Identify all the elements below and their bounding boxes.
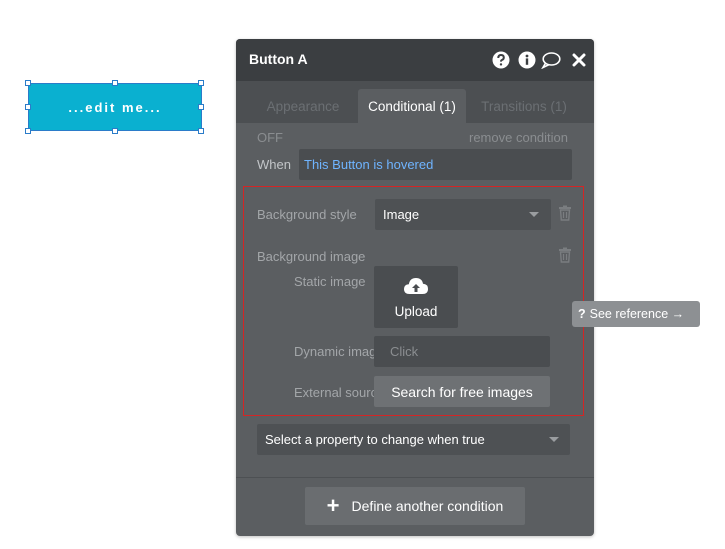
comment-icon[interactable] xyxy=(541,50,561,70)
canvas-button-element[interactable]: ...edit me... xyxy=(28,83,202,131)
info-icon[interactable] xyxy=(517,50,537,70)
see-reference-link[interactable]: ? See reference → xyxy=(572,301,700,327)
background-style-label: Background style xyxy=(257,207,357,222)
tab-appearance[interactable]: Appearance xyxy=(249,89,357,123)
define-another-condition-button[interactable]: + Define another condition xyxy=(305,487,525,525)
resize-handle[interactable] xyxy=(25,80,31,86)
upload-label: Upload xyxy=(394,304,438,319)
help-icon[interactable] xyxy=(491,50,511,70)
resize-handle[interactable] xyxy=(25,128,31,134)
search-free-images-button[interactable]: Search for free images xyxy=(374,376,550,407)
close-icon[interactable] xyxy=(569,50,589,70)
tab-conditional[interactable]: Conditional (1) xyxy=(358,89,466,123)
condition-expression-field[interactable]: This Button is hovered xyxy=(299,149,572,180)
tab-transitions[interactable]: Transitions (1) xyxy=(469,89,579,123)
remove-condition-link[interactable]: remove condition xyxy=(469,130,568,145)
select-property-dropdown[interactable]: Select a property to change when true xyxy=(257,424,570,455)
tab-bar: Appearance Conditional (1) Transitions (… xyxy=(236,81,594,123)
define-condition-label: Define another condition xyxy=(351,498,504,514)
dynamic-image-field[interactable]: Click xyxy=(374,336,550,367)
divider xyxy=(236,477,594,478)
condition-off-label[interactable]: OFF xyxy=(257,130,283,145)
background-style-dropdown[interactable]: Image xyxy=(375,199,551,230)
when-label: When xyxy=(257,157,291,172)
static-image-label: Static image xyxy=(294,274,366,289)
condition-expression-text: This Button is hovered xyxy=(304,157,434,172)
question-icon: ? xyxy=(578,307,586,321)
see-reference-label: See reference → xyxy=(589,307,685,321)
trash-icon[interactable] xyxy=(558,247,572,268)
dynamic-image-label: Dynamic imag xyxy=(294,344,374,359)
panel-title: Button A xyxy=(249,51,308,67)
canvas-button-text: ...edit me... xyxy=(68,99,162,115)
panel-titlebar[interactable]: Button A xyxy=(236,39,594,81)
resize-handle[interactable] xyxy=(25,104,31,110)
property-editor-panel: Button A Appearance Conditional (1) Tran… xyxy=(236,39,594,536)
dynamic-image-placeholder: Click xyxy=(390,344,419,359)
chevron-down-icon xyxy=(529,212,539,217)
background-style-value: Image xyxy=(383,207,420,222)
resize-handle[interactable] xyxy=(112,80,118,86)
cloud-upload-icon xyxy=(403,276,429,301)
resize-handle[interactable] xyxy=(198,80,204,86)
upload-image-button[interactable]: Upload xyxy=(374,266,458,328)
resize-handle[interactable] xyxy=(112,128,118,134)
resize-handle[interactable] xyxy=(198,104,204,110)
plus-icon: + xyxy=(326,493,340,518)
select-property-label: Select a property to change when true xyxy=(265,432,485,447)
trash-icon[interactable] xyxy=(558,205,572,226)
chevron-down-icon xyxy=(549,437,559,442)
background-image-label: Background image xyxy=(257,249,366,264)
resize-handle[interactable] xyxy=(198,128,204,134)
search-free-images-label: Search for free images xyxy=(391,383,533,400)
external-source-label: External sourc xyxy=(294,385,374,400)
